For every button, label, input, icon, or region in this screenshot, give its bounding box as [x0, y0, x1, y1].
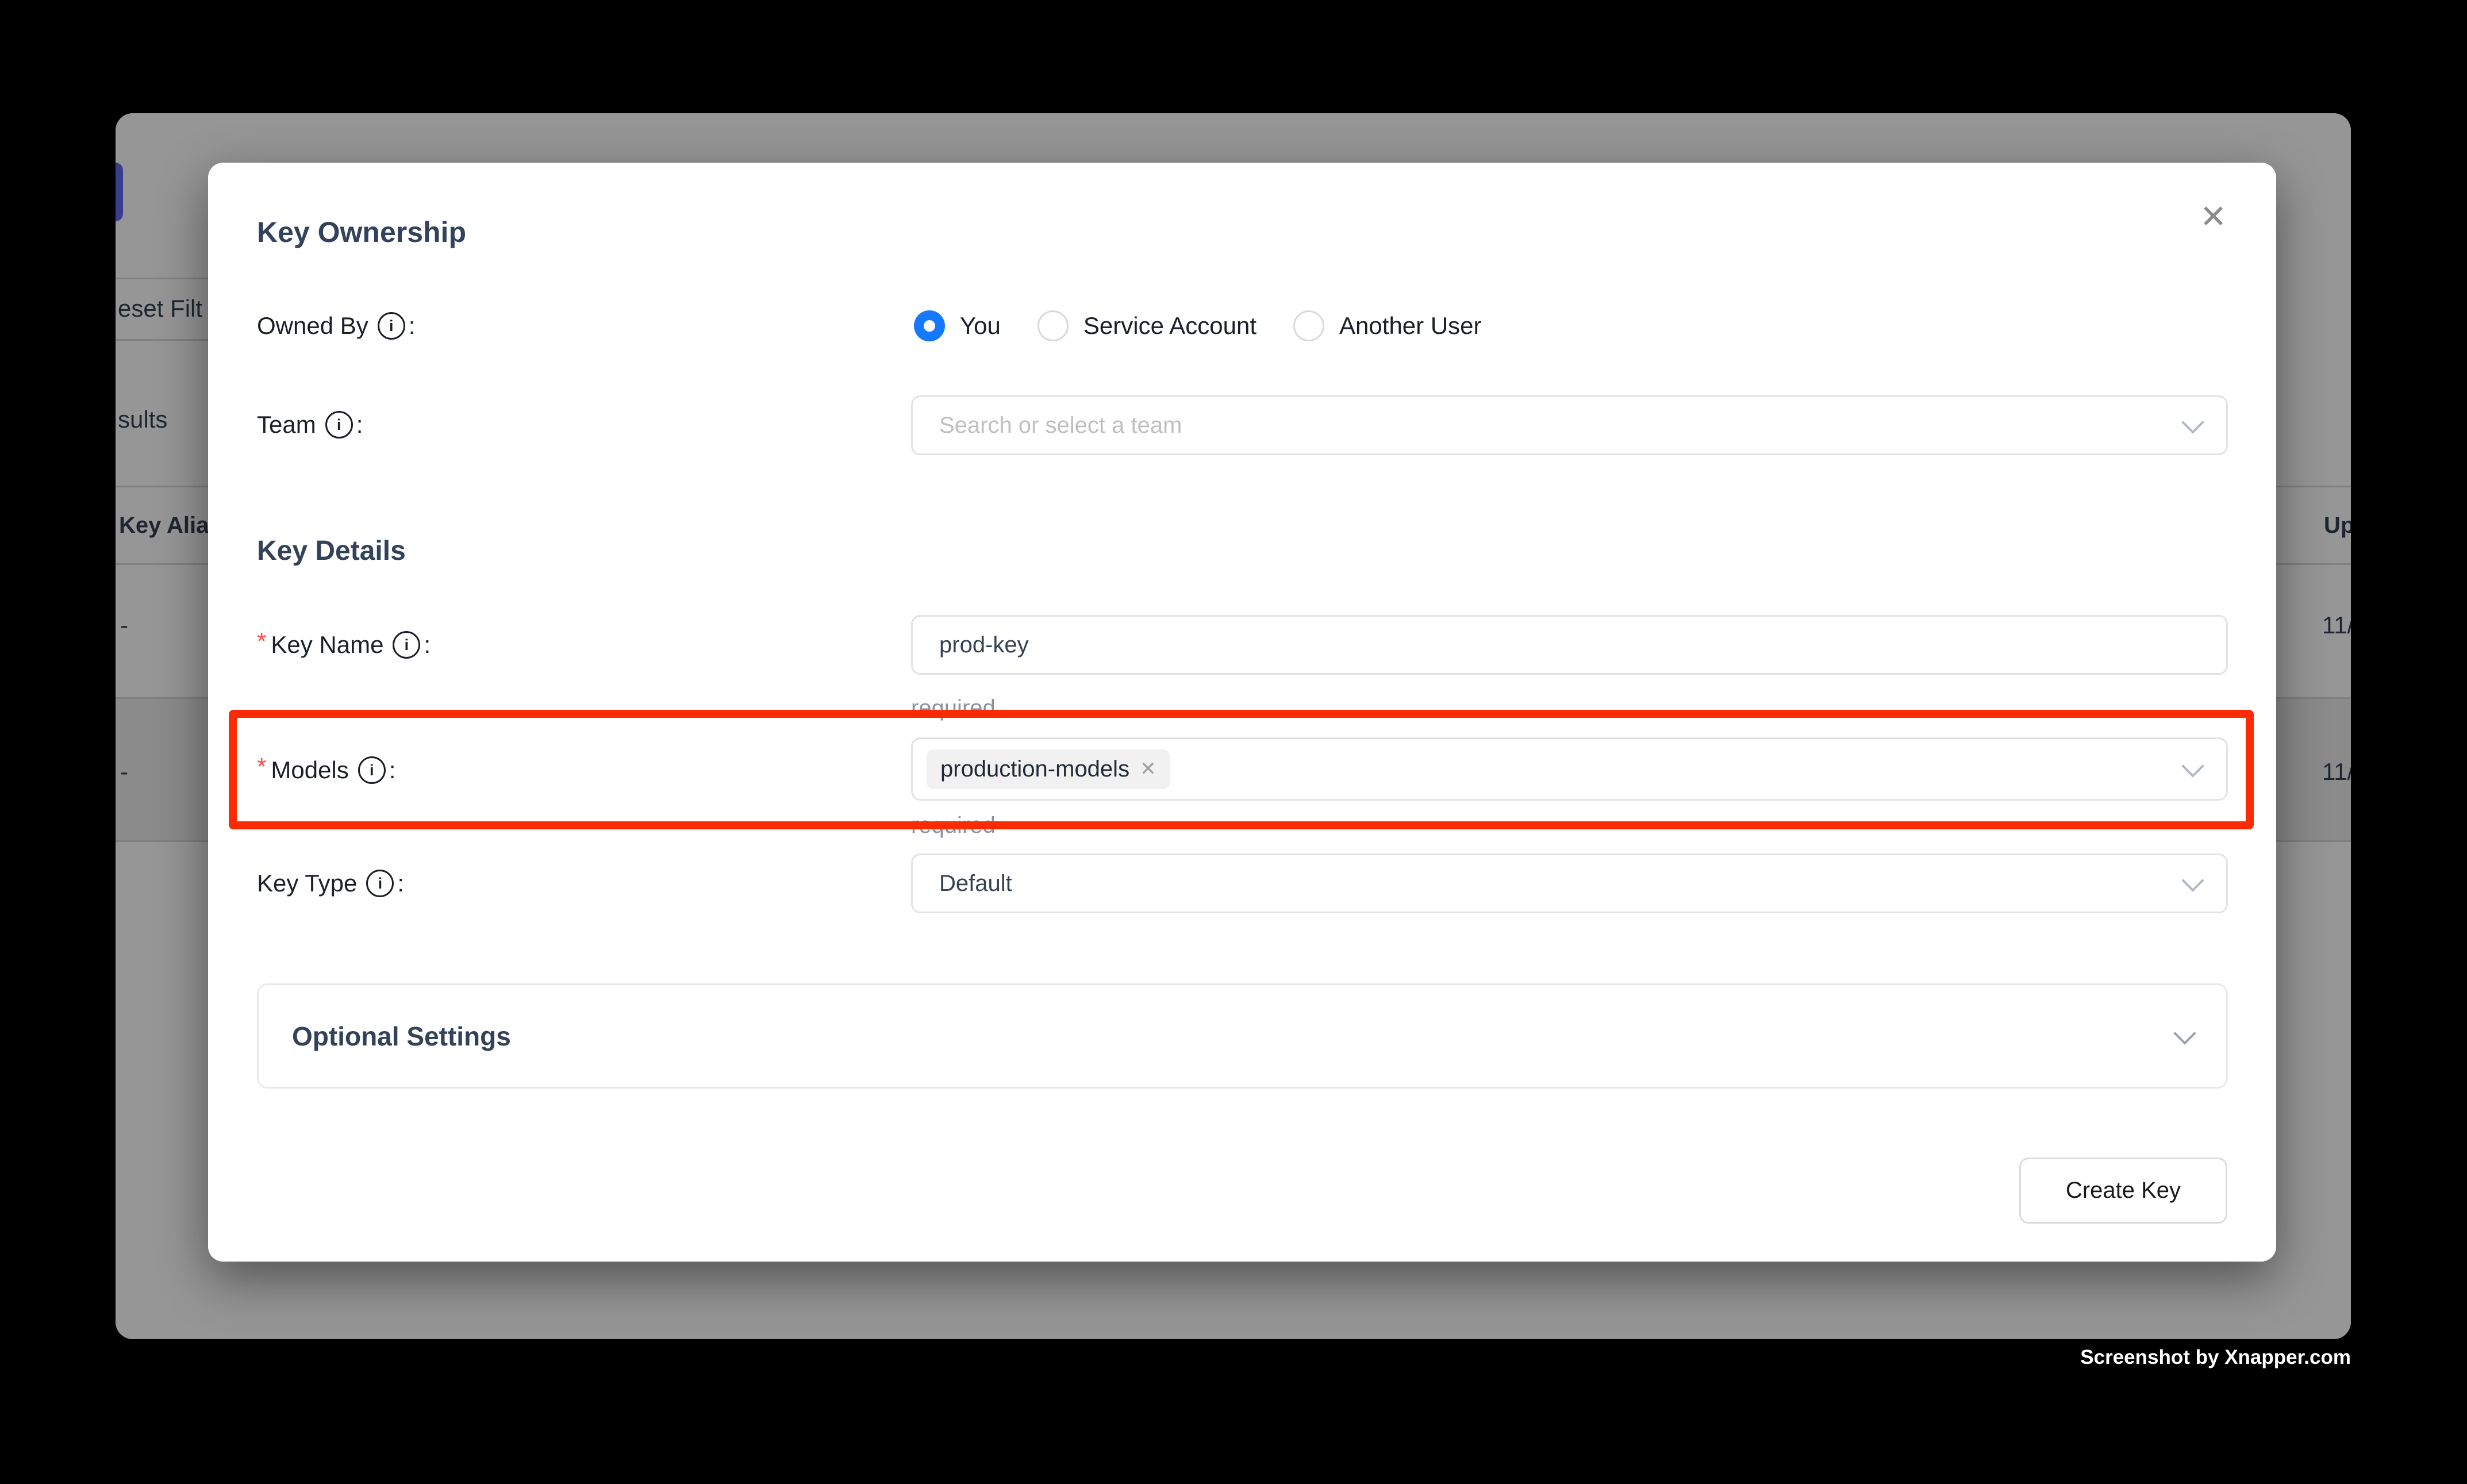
label-colon: :: [424, 631, 431, 659]
radio-option-you[interactable]: You: [914, 310, 1001, 341]
info-icon: i: [393, 631, 420, 659]
key-name-row: * Key Name i :: [257, 615, 431, 675]
radio-option-service-account[interactable]: Service Account: [1037, 310, 1256, 341]
team-row: Team i :: [257, 395, 363, 455]
key-name-label-text: Key Name: [271, 631, 383, 659]
radio-selected-icon[interactable]: [914, 310, 945, 341]
team-select[interactable]: Search or select a team: [911, 395, 2228, 455]
info-icon: i: [325, 411, 353, 439]
model-tag-label: production-models: [940, 756, 1129, 782]
key-type-select[interactable]: Default: [911, 854, 2228, 913]
key-name-input[interactable]: prod-key: [911, 615, 2228, 675]
models-validation-message: required: [911, 813, 996, 839]
key-name-validation-message: required: [911, 695, 996, 721]
info-icon: i: [366, 870, 394, 897]
owned-by-label: Owned By i :: [257, 312, 415, 340]
close-icon[interactable]: ✕: [2200, 201, 2227, 233]
selected-model-tag: production-models ✕: [927, 749, 1170, 789]
xnapper-watermark: Screenshot by Xnapper.com: [2080, 1346, 2351, 1369]
key-type-label-text: Key Type: [257, 870, 357, 897]
radio-unselected-icon[interactable]: [1293, 310, 1324, 341]
chevron-down-icon: [2181, 411, 2204, 434]
label-colon: :: [356, 411, 363, 439]
create-key-button[interactable]: Create Key: [2019, 1158, 2227, 1224]
chevron-down-icon: [2173, 1022, 2196, 1045]
info-icon: i: [378, 312, 405, 340]
radio-label: Service Account: [1083, 312, 1256, 340]
chevron-down-icon: [2181, 755, 2204, 778]
owned-by-label-text: Owned By: [257, 312, 368, 340]
team-select-placeholder: Search or select a team: [939, 413, 1182, 439]
radio-unselected-icon[interactable]: [1037, 310, 1069, 341]
owned-by-row: Owned By i :: [257, 296, 415, 356]
key-type-value: Default: [939, 871, 1012, 897]
label-colon: :: [397, 870, 404, 897]
models-row: * Models i :: [257, 740, 395, 800]
key-details-heading: Key Details: [257, 535, 406, 567]
key-name-label: * Key Name i :: [257, 631, 431, 659]
screenshot-canvas: eset Filt sults Key Alia Up - 11/ - 11/ …: [0, 0, 2467, 1484]
info-icon: i: [358, 756, 386, 784]
chevron-down-icon: [2181, 869, 2204, 892]
label-colon: :: [409, 312, 416, 340]
required-asterisk: *: [257, 753, 266, 781]
models-label: * Models i :: [257, 756, 395, 784]
key-name-value: prod-key: [939, 632, 1029, 658]
models-label-text: Models: [271, 756, 348, 784]
radio-option-another-user[interactable]: Another User: [1293, 310, 1481, 341]
optional-settings-title: Optional Settings: [292, 1021, 2177, 1052]
create-key-modal: Key Ownership ✕ Owned By i : You Service…: [208, 163, 2276, 1262]
radio-label: Another User: [1339, 312, 1481, 340]
key-type-row: Key Type i :: [257, 854, 404, 913]
radio-label: You: [960, 312, 1001, 340]
key-type-label: Key Type i :: [257, 870, 404, 897]
models-select[interactable]: production-models ✕: [911, 737, 2228, 801]
team-label-text: Team: [257, 411, 316, 439]
modal-title: Key Ownership: [257, 216, 466, 249]
owned-by-radio-group: You Service Account Another User: [914, 310, 1519, 341]
optional-settings-panel[interactable]: Optional Settings: [257, 983, 2228, 1089]
required-asterisk: *: [257, 628, 266, 655]
remove-tag-icon[interactable]: ✕: [1140, 758, 1156, 781]
label-colon: :: [389, 756, 396, 784]
team-label: Team i :: [257, 411, 363, 439]
